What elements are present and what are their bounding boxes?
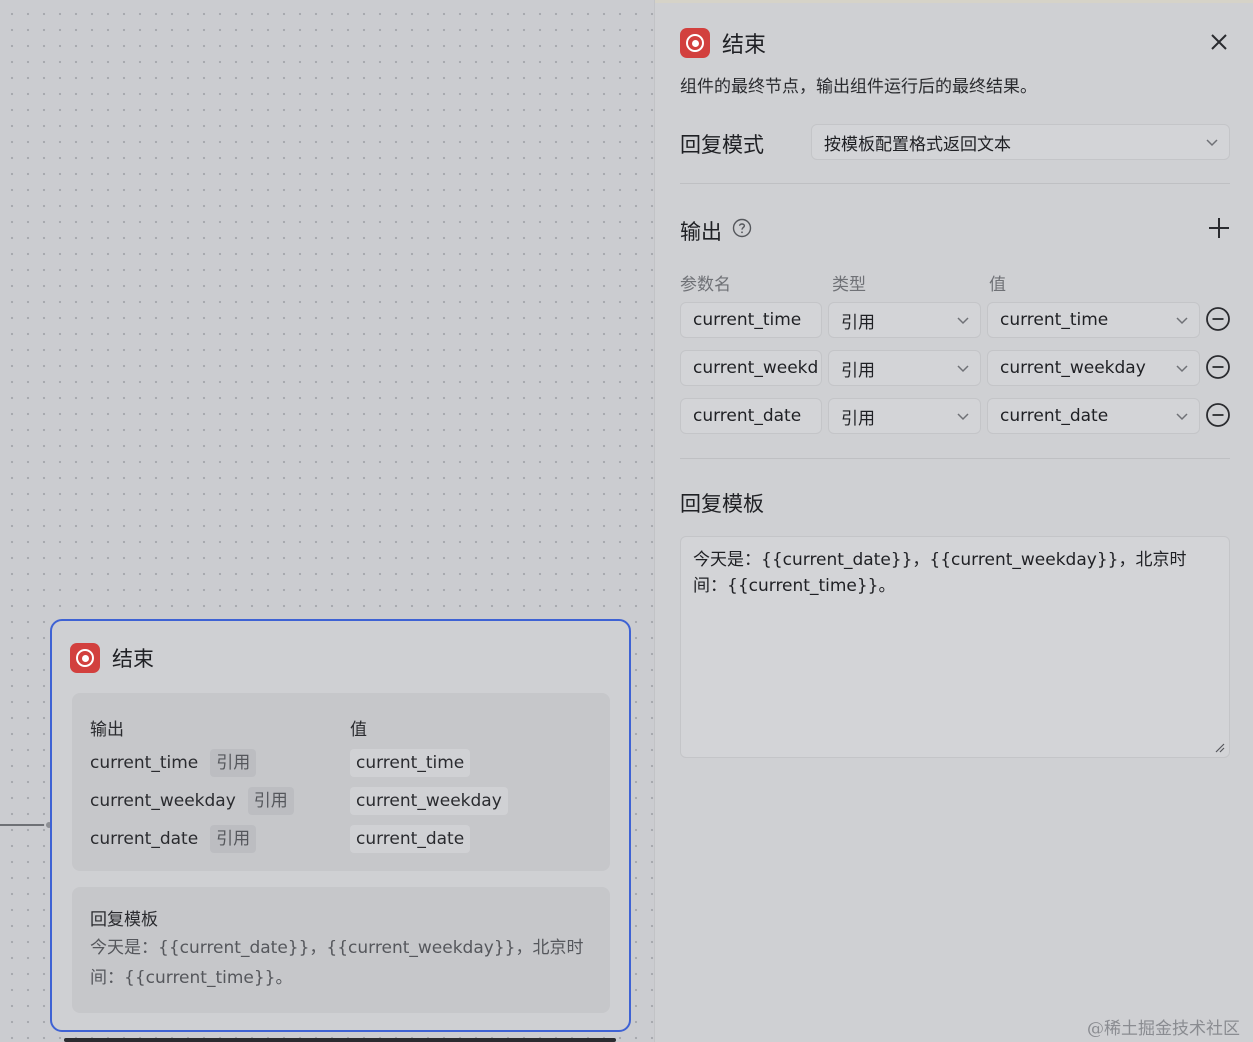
end-node-output-section: 输出 值 current_time 引用 current_time curren… bbox=[72, 693, 610, 871]
value-header: 值 bbox=[350, 720, 367, 740]
reply-mode-select[interactable]: 按模板配置格式返回文本 bbox=[811, 124, 1230, 160]
panel-description: 组件的最终节点，输出组件运行后的最终结果。 bbox=[680, 77, 1037, 97]
chevron-down-icon bbox=[1176, 413, 1188, 421]
column-header-value: 值 bbox=[989, 275, 1006, 295]
reply-mode-label: 回复模式 bbox=[680, 133, 764, 157]
param-value-select[interactable]: current_time bbox=[987, 302, 1200, 338]
chevron-down-icon bbox=[1176, 317, 1188, 325]
output-type-tag: 引用 bbox=[210, 825, 257, 853]
divider bbox=[680, 458, 1230, 459]
end-node-card[interactable]: 结束 输出 值 current_time 引用 current_time cur… bbox=[50, 619, 631, 1032]
param-value-select[interactable]: current_weekday bbox=[987, 350, 1200, 386]
output-row: current_weekday 引用 bbox=[90, 787, 294, 815]
output-row: current_date 引用 bbox=[90, 825, 257, 853]
output-type-tag: 引用 bbox=[247, 787, 294, 815]
param-type-value: 引用 bbox=[841, 360, 875, 381]
reply-template-label: 回复模板 bbox=[680, 492, 764, 516]
param-type-value: 引用 bbox=[841, 408, 875, 429]
target-icon bbox=[70, 643, 100, 673]
column-header-type: 类型 bbox=[832, 275, 866, 295]
edge-connector bbox=[0, 824, 48, 826]
reply-template-text: 今天是：{{current_date}}，{{current_weekday}}… bbox=[693, 550, 1187, 596]
chevron-down-icon bbox=[957, 365, 969, 373]
node-bottom-bar bbox=[64, 1038, 616, 1042]
param-name-input[interactable]: current_weekd bbox=[680, 350, 822, 386]
end-node-title: 结束 bbox=[112, 647, 154, 671]
param-type-select[interactable]: 引用 bbox=[828, 350, 981, 386]
minus-circle-icon[interactable] bbox=[1205, 354, 1231, 380]
target-icon bbox=[680, 28, 710, 58]
watermark: @稀土掘金技术社区 bbox=[1087, 1019, 1240, 1039]
param-value-select[interactable]: current_date bbox=[987, 398, 1200, 434]
output-row: current_time 引用 bbox=[90, 749, 257, 777]
column-header-name: 参数名 bbox=[680, 275, 731, 295]
output-name: current_weekday bbox=[90, 791, 236, 811]
output-name: current_time bbox=[90, 753, 199, 773]
add-output-button[interactable] bbox=[1207, 216, 1231, 240]
param-name-input[interactable]: current_date bbox=[680, 398, 822, 434]
end-node-template-section: 回复模板 今天是：{{current_date}}，{{current_week… bbox=[72, 887, 610, 1013]
divider bbox=[680, 183, 1230, 184]
chevron-down-icon bbox=[1206, 139, 1218, 147]
resize-handle-icon[interactable] bbox=[1213, 741, 1225, 753]
minus-circle-icon[interactable] bbox=[1205, 402, 1231, 428]
panel-title: 结束 bbox=[722, 33, 767, 58]
param-value: current_weekday bbox=[1000, 358, 1146, 378]
param-type-select[interactable]: 引用 bbox=[828, 302, 981, 338]
chevron-down-icon bbox=[957, 413, 969, 421]
param-type-select[interactable]: 引用 bbox=[828, 398, 981, 434]
template-header: 回复模板 bbox=[90, 910, 158, 930]
end-node-header: 结束 bbox=[70, 643, 154, 673]
panel-top-border bbox=[655, 0, 1253, 3]
minus-circle-icon[interactable] bbox=[1205, 306, 1231, 332]
param-type-value: 引用 bbox=[841, 312, 875, 333]
template-text: 今天是：{{current_date}}，{{current_weekday}}… bbox=[90, 938, 584, 988]
param-value: current_date bbox=[1000, 406, 1109, 426]
output-name: current_date bbox=[90, 829, 199, 849]
reply-template-textarea[interactable]: 今天是：{{current_date}}，{{current_weekday}}… bbox=[680, 536, 1230, 758]
output-value-chip: current_weekday bbox=[350, 787, 508, 815]
workflow-canvas[interactable]: 结束 输出 值 current_time 引用 current_time cur… bbox=[0, 0, 654, 1042]
output-value-chip: current_time bbox=[350, 749, 471, 777]
param-name-input[interactable]: current_time bbox=[680, 302, 822, 338]
output-header: 输出 bbox=[90, 720, 124, 740]
output-value-chip: current_date bbox=[350, 825, 471, 853]
node-config-panel: 结束 组件的最终节点，输出组件运行后的最终结果。 回复模式 按模板配置格式返回文… bbox=[654, 0, 1253, 1042]
close-icon[interactable] bbox=[1207, 30, 1231, 54]
output-label: 输出 bbox=[680, 220, 722, 244]
chevron-down-icon bbox=[1176, 365, 1188, 373]
panel-header: 结束 bbox=[680, 27, 766, 59]
param-value: current_time bbox=[1000, 310, 1109, 330]
reply-mode-value: 按模板配置格式返回文本 bbox=[824, 134, 1011, 155]
chevron-down-icon bbox=[957, 317, 969, 325]
help-icon[interactable] bbox=[732, 218, 752, 238]
output-type-tag: 引用 bbox=[210, 749, 257, 777]
